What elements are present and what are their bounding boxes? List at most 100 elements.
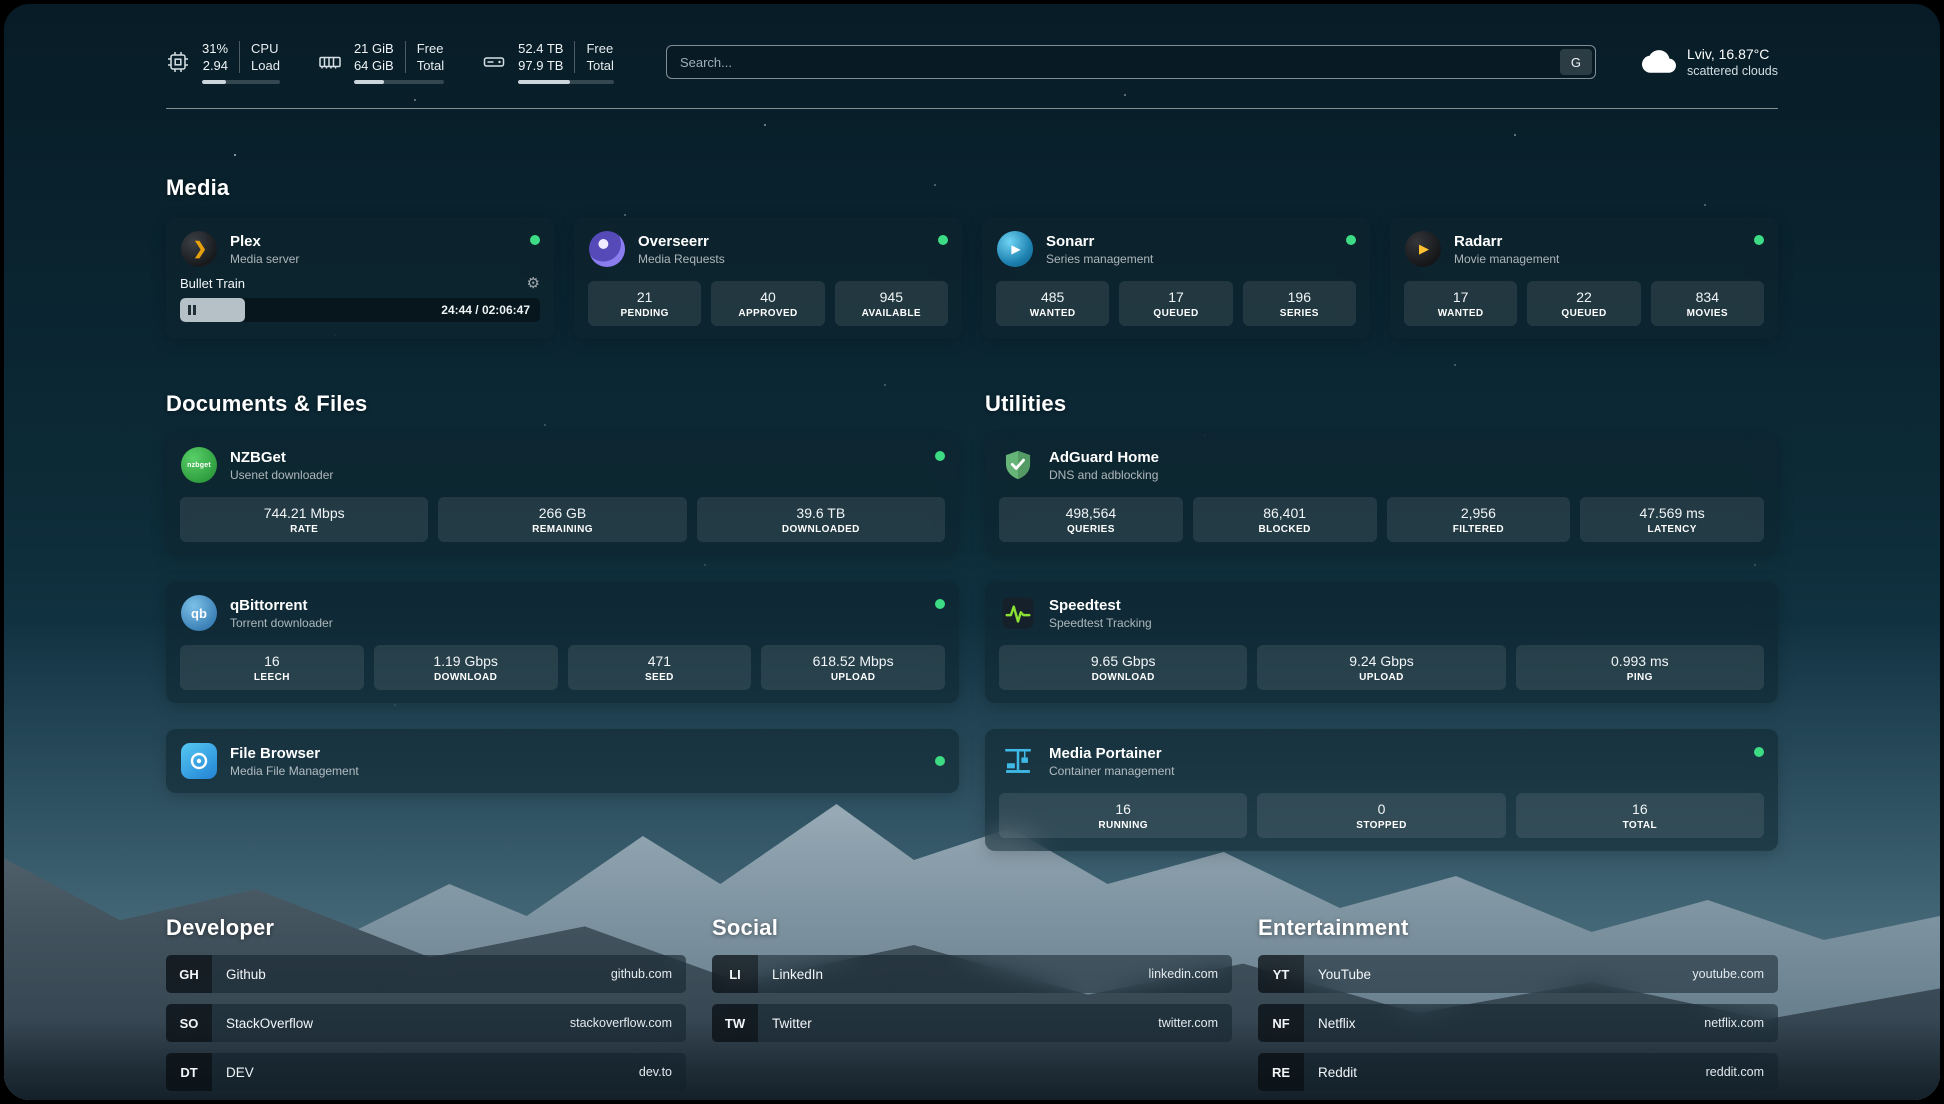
section-title-entertainment: Entertainment <box>1258 915 1778 941</box>
section-title-documents: Documents & Files <box>166 391 959 417</box>
bookmark-github[interactable]: GH Github github.com <box>166 955 686 993</box>
bookmark-url: dev.to <box>639 1065 672 1079</box>
app-link-speedtest[interactable]: Speedtest Speedtest Tracking <box>999 594 1764 632</box>
sonarr-icon: ▶ <box>996 230 1034 268</box>
pause-icon[interactable] <box>188 305 196 315</box>
ram-total-label: Total <box>417 57 444 74</box>
plex-icon: ❯ <box>180 230 218 268</box>
bookmark-url: github.com <box>611 967 672 981</box>
bookmark-abbr: YT <box>1258 955 1304 993</box>
stat-blocked: 86,401 BLOCKED <box>1193 497 1377 542</box>
app-card-overseerr: Overseerr Media Requests 21 PENDING 40 A… <box>574 217 962 339</box>
app-card-adguard: AdGuard Home DNS and adblocking 498,564 … <box>985 433 1778 555</box>
bookmark-netflix[interactable]: NF Netflix netflix.com <box>1258 1004 1778 1042</box>
app-subtitle: Usenet downloader <box>230 468 333 483</box>
stat-approved: 40 APPROVED <box>711 281 824 326</box>
app-card-plex: ❯ Plex Media server Bullet Train ⚙ <box>166 217 554 339</box>
stat-movies: 834 MOVIES <box>1651 281 1764 326</box>
app-subtitle: Series management <box>1046 252 1153 267</box>
bookmark-reddit[interactable]: RE Reddit reddit.com <box>1258 1053 1778 1091</box>
metric-divider <box>239 41 240 73</box>
section-title-social: Social <box>712 915 1232 941</box>
app-card-sonarr: ▶ Sonarr Series management 485 WANTED <box>982 217 1370 339</box>
system-metrics: 31% 2.94 CPU Load <box>166 40 614 84</box>
disk-progress-fill <box>518 80 570 84</box>
app-link-nzbget[interactable]: nzbget NZBGet Usenet downloader <box>180 446 945 484</box>
header-bar: 31% 2.94 CPU Load <box>166 40 1778 84</box>
stat-queued: 17 QUEUED <box>1119 281 1232 326</box>
app-link-portainer[interactable]: Media Portainer Container management <box>999 742 1764 780</box>
app-link-qbittorrent[interactable]: qb qBittorrent Torrent downloader <box>180 594 945 632</box>
playback-progress-bar[interactable]: 24:44 / 02:06:47 <box>180 298 540 322</box>
app-link-overseerr[interactable]: Overseerr Media Requests <box>588 230 948 268</box>
app-name: NZBGet <box>230 448 333 467</box>
now-playing-title: Bullet Train <box>180 276 245 291</box>
stat-filtered: 2,956 FILTERED <box>1387 497 1571 542</box>
bookmark-name: LinkedIn <box>772 967 823 982</box>
ram-metric: 21 GiB 64 GiB Free Total <box>318 40 444 84</box>
search-input[interactable] <box>666 45 1596 79</box>
disk-free-label: Free <box>586 40 613 57</box>
app-name: qBittorrent <box>230 596 333 615</box>
app-link-radarr[interactable]: ▶ Radarr Movie management <box>1404 230 1764 268</box>
app-link-filebrowser[interactable]: File Browser Media File Management <box>180 742 945 780</box>
status-dot <box>1346 235 1356 245</box>
ram-icon <box>318 50 342 74</box>
bookmark-stackoverflow[interactable]: SO StackOverflow stackoverflow.com <box>166 1004 686 1042</box>
weather-widget: Lviv, 16.87°C scattered clouds <box>1642 46 1778 78</box>
app-link-adguard[interactable]: AdGuard Home DNS and adblocking <box>999 446 1764 484</box>
section-title-utilities: Utilities <box>985 391 1778 417</box>
radarr-icon: ▶ <box>1404 230 1442 268</box>
stat-series: 196 SERIES <box>1243 281 1356 326</box>
section-title-developer: Developer <box>166 915 686 941</box>
app-subtitle: Torrent downloader <box>230 616 333 631</box>
cpu-progress-track <box>202 80 280 84</box>
playback-time: 24:44 / 02:06:47 <box>441 303 530 317</box>
stat-remaining: 266 GB REMAINING <box>438 497 686 542</box>
bookmark-name: Twitter <box>772 1016 812 1031</box>
bookmark-linkedin[interactable]: LI LinkedIn linkedin.com <box>712 955 1232 993</box>
overseerr-icon <box>588 230 626 268</box>
app-link-sonarr[interactable]: ▶ Sonarr Series management <box>996 230 1356 268</box>
stat-latency: 47.569 ms LATENCY <box>1580 497 1764 542</box>
adguard-shield-icon <box>999 446 1037 484</box>
cpu-icon <box>166 50 190 74</box>
app-name: Radarr <box>1454 232 1559 251</box>
cpu-load-value: 2.94 <box>202 57 228 74</box>
nzbget-icon: nzbget <box>180 446 218 484</box>
stat-download: 9.65 Gbps DOWNLOAD <box>999 645 1247 690</box>
background-stars <box>4 4 6 6</box>
status-dot <box>1754 747 1764 757</box>
status-dot <box>1754 235 1764 245</box>
bookmark-dev[interactable]: DT DEV dev.to <box>166 1053 686 1091</box>
stat-wanted: 485 WANTED <box>996 281 1109 326</box>
search-engine-button[interactable]: G <box>1560 49 1592 75</box>
portainer-crane-icon <box>999 742 1037 780</box>
bookmark-twitter[interactable]: TW Twitter twitter.com <box>712 1004 1232 1042</box>
dashboard-window: 31% 2.94 CPU Load <box>4 4 1940 1100</box>
stat-queries: 498,564 QUERIES <box>999 497 1183 542</box>
bookmark-group-developer: Developer GH Github github.com SO StackO… <box>166 915 686 1091</box>
weather-condition: scattered clouds <box>1687 64 1778 78</box>
app-card-portainer: Media Portainer Container management 16 … <box>985 729 1778 851</box>
disk-total-label: Total <box>586 57 613 74</box>
app-subtitle: Container management <box>1049 764 1174 779</box>
disk-total-value: 97.9 TB <box>518 57 563 74</box>
app-link-plex[interactable]: ❯ Plex Media server <box>180 230 540 268</box>
section-documents: Documents & Files nzbget NZBGet Usenet d… <box>166 391 959 793</box>
bookmark-url: linkedin.com <box>1149 967 1218 981</box>
bookmark-abbr: GH <box>166 955 212 993</box>
disk-progress-track <box>518 80 614 84</box>
bookmark-youtube[interactable]: YT YouTube youtube.com <box>1258 955 1778 993</box>
app-subtitle: Movie management <box>1454 252 1559 267</box>
gear-icon[interactable]: ⚙ <box>527 276 540 291</box>
stat-wanted: 17 WANTED <box>1404 281 1517 326</box>
stat-leech: 16 LEECH <box>180 645 364 690</box>
app-name: Sonarr <box>1046 232 1153 251</box>
stat-downloaded: 39.6 TB DOWNLOADED <box>697 497 945 542</box>
bookmark-abbr: TW <box>712 1004 758 1042</box>
status-dot <box>530 235 540 245</box>
bookmark-url: netflix.com <box>1704 1016 1764 1030</box>
bookmark-url: youtube.com <box>1692 967 1764 981</box>
bookmark-abbr: LI <box>712 955 758 993</box>
